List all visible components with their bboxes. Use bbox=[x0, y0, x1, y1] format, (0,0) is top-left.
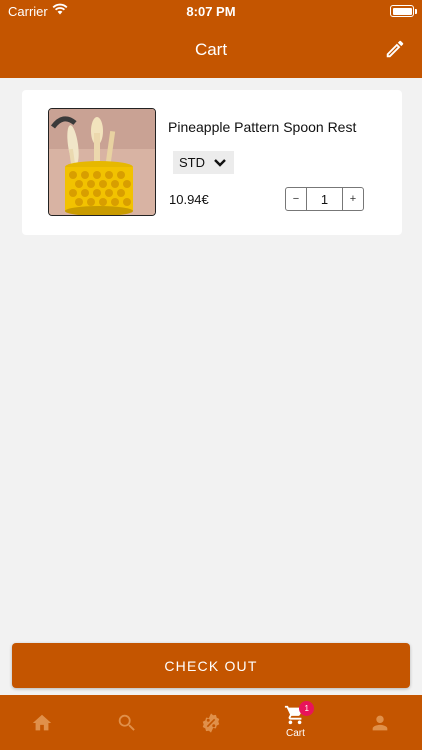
product-image[interactable] bbox=[48, 108, 156, 216]
tab-account[interactable] bbox=[338, 695, 422, 750]
tab-home[interactable] bbox=[0, 695, 84, 750]
cart-item-card: Pineapple Pattern Spoon Rest STD 10.94€ … bbox=[22, 90, 402, 235]
tab-bar: Cart 1 bbox=[0, 695, 422, 750]
tab-deals[interactable] bbox=[169, 695, 253, 750]
variant-value: STD bbox=[179, 155, 205, 170]
discount-badge-icon bbox=[202, 712, 220, 733]
edit-button[interactable] bbox=[382, 36, 408, 62]
quantity-value[interactable]: 1 bbox=[306, 188, 343, 210]
home-icon bbox=[33, 714, 52, 730]
quantity-stepper: − 1 + bbox=[285, 187, 364, 211]
checkout-button[interactable]: CHECK OUT bbox=[12, 643, 410, 688]
status-bar: Carrier 8:07 PM bbox=[0, 0, 422, 22]
battery-tip bbox=[415, 9, 417, 14]
search-icon bbox=[118, 714, 135, 731]
increment-button[interactable]: + bbox=[343, 188, 363, 210]
chevron-down-icon bbox=[214, 158, 226, 167]
cart-count-badge: 1 bbox=[299, 701, 315, 716]
pencil-icon bbox=[386, 40, 404, 58]
status-time: 8:07 PM bbox=[186, 4, 236, 19]
tab-search[interactable] bbox=[84, 695, 168, 750]
product-price: 10.94€ bbox=[169, 192, 209, 207]
pineapple-holder-image bbox=[49, 109, 155, 215]
product-name[interactable]: Pineapple Pattern Spoon Rest bbox=[168, 119, 356, 135]
decrement-button[interactable]: − bbox=[286, 188, 306, 210]
person-icon bbox=[372, 715, 388, 730]
variant-select[interactable]: STD bbox=[173, 151, 234, 174]
tab-cart-label: Cart bbox=[285, 728, 305, 739]
battery-icon bbox=[390, 5, 414, 17]
tab-cart[interactable]: Cart 1 bbox=[253, 695, 337, 750]
top-bar: Carrier 8:07 PM Cart bbox=[0, 0, 422, 78]
page-title: Cart bbox=[194, 40, 228, 59]
